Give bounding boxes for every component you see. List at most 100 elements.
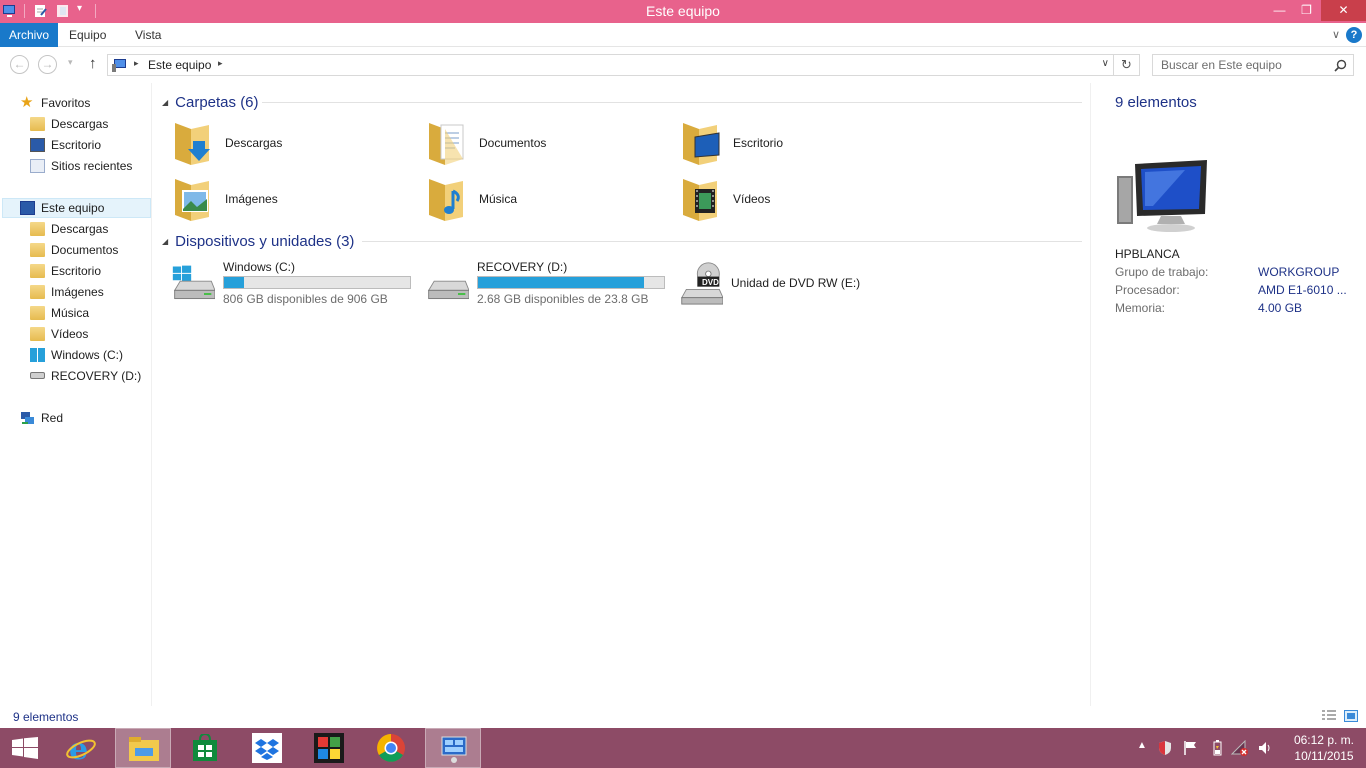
processor-value: AMD E1-6010 ... (1258, 283, 1347, 297)
windows-drive-icon (172, 265, 215, 300)
file-explorer-button[interactable] (115, 728, 171, 768)
volume-icon[interactable] (1257, 740, 1273, 756)
desktop-folder-icon (30, 264, 45, 278)
computer-icon (1117, 160, 1207, 232)
taskbar: e ▲ 06:12 p. m. 10/11/2015 (0, 728, 1366, 768)
clock[interactable]: 06:12 p. m. 10/11/2015 (1294, 732, 1354, 764)
computer-icon (20, 201, 35, 215)
memory-value: 4.00 GB (1258, 301, 1303, 315)
star-icon: ★ (20, 94, 34, 111)
dropbox-button[interactable] (239, 728, 295, 768)
folder-documentos[interactable]: Documentos (427, 119, 627, 169)
control-panel-icon (441, 736, 467, 763)
maximize-button[interactable]: ❐ (1293, 0, 1320, 21)
drive-icon (30, 372, 45, 379)
folder-imagenes[interactable]: Imágenes (173, 175, 373, 225)
internet-explorer-icon: e (66, 733, 96, 763)
address-dropdown-icon[interactable]: ∨ (1102, 58, 1109, 69)
music-folder-icon (30, 306, 45, 320)
recent-places-icon (30, 159, 45, 173)
dvd-badge: DVD (702, 278, 719, 287)
drive-icon (427, 280, 469, 300)
section-divider (262, 102, 1082, 103)
address-bar[interactable]: ▸ Este equipo ▸ ∨ (107, 54, 1114, 76)
downloads-folder-icon (30, 222, 45, 236)
documents-folder-icon (429, 123, 464, 165)
network-disconnected-icon[interactable] (1231, 740, 1249, 756)
refresh-button[interactable]: ↻ (1114, 54, 1140, 76)
search-icon[interactable] (1334, 59, 1347, 72)
computer-name: HPBLANCA (1115, 247, 1180, 261)
collapse-arrow-icon[interactable]: ◢ (162, 98, 168, 107)
processor-label: Procesador: (1115, 283, 1180, 297)
tab-equipo[interactable]: Equipo (60, 23, 115, 47)
devices-section-header[interactable]: ◢ Dispositivos y unidades (3) (162, 233, 354, 250)
security-shield-icon[interactable] (1157, 740, 1173, 756)
navigation-bar: ← → ▾ ↑ ▸ Este equipo ▸ ∨ ↻ Buscar en Es… (0, 47, 1366, 83)
videos-folder-icon (30, 327, 45, 341)
file-explorer-icon (129, 737, 159, 761)
store-icon (193, 734, 217, 761)
recent-locations-icon[interactable]: ▾ (68, 57, 73, 68)
chrome-icon (377, 734, 405, 762)
control-panel-button[interactable] (425, 728, 481, 768)
collapse-arrow-icon[interactable]: ◢ (162, 237, 168, 246)
workgroup-value: WORKGROUP (1258, 265, 1340, 279)
drive-usage-fill (224, 277, 245, 288)
start-icon[interactable] (12, 737, 38, 759)
memory-label: Memoria: (1115, 301, 1166, 315)
dvd-drive-e[interactable]: DVD Unidad de DVD RW (E:) (679, 259, 929, 309)
drive-windows-c[interactable]: Windows (C:) 806 GB disponibles de 906 G… (171, 259, 421, 309)
search-input[interactable]: Buscar en Este equipo (1152, 54, 1354, 76)
chevron-right-icon[interactable]: ▸ (218, 58, 223, 69)
status-item-count: 9 elementos (13, 710, 79, 724)
ribbon-tabs: Archivo Equipo Vista ∨ ? (0, 23, 1366, 47)
folder-videos[interactable]: Vídeos (681, 175, 881, 225)
computer-icon (112, 59, 126, 72)
folder-descargas[interactable]: Descargas (173, 119, 373, 169)
details-item-count: 9 elementos (1115, 94, 1197, 111)
windows-drive-icon (30, 348, 45, 362)
pictures-folder-icon (30, 285, 45, 299)
address-path[interactable]: Este equipo (148, 58, 211, 72)
battery-icon[interactable] (1209, 740, 1225, 756)
large-icons-view-icon[interactable] (1344, 710, 1358, 722)
puzzle-app-icon (314, 733, 344, 763)
drive-usage-fill (478, 277, 644, 288)
clock-time: 06:12 p. m. (1293, 733, 1354, 747)
tab-vista[interactable]: Vista (126, 23, 170, 47)
forward-button[interactable]: → (38, 55, 57, 74)
back-button[interactable]: ← (10, 55, 29, 74)
drive-usage-bar (477, 276, 665, 289)
folder-escritorio[interactable]: Escritorio (681, 119, 881, 169)
close-button[interactable]: ✕ (1321, 0, 1366, 21)
chevron-down-icon[interactable]: ∨ (1332, 28, 1340, 41)
dropbox-icon (252, 733, 282, 763)
puzzle-app-button[interactable] (301, 728, 357, 768)
internet-explorer-button[interactable]: e (53, 728, 109, 768)
search-placeholder: Buscar en Este equipo (1161, 58, 1282, 72)
tab-archivo[interactable]: Archivo (0, 23, 59, 47)
network-icon (21, 412, 34, 424)
folder-musica[interactable]: Música (427, 175, 627, 225)
up-button[interactable]: ↑ (89, 55, 97, 72)
downloads-folder-icon (30, 117, 45, 131)
drive-usage-bar (223, 276, 411, 289)
help-icon[interactable]: ? (1346, 27, 1362, 43)
folders-section-header[interactable]: ◢ Carpetas (6) (162, 94, 259, 111)
show-hidden-icons[interactable]: ▲ (1137, 740, 1147, 751)
minimize-button[interactable]: — (1266, 0, 1293, 21)
chrome-button[interactable] (363, 728, 419, 768)
details-view-icon[interactable] (1322, 710, 1336, 722)
drive-recovery-d[interactable]: RECOVERY (D:) 2.68 GB disponibles de 23.… (425, 259, 675, 309)
title-bar: ▾ Este equipo — ❐ ✕ (0, 0, 1366, 23)
status-bar: 9 elementos (0, 706, 1366, 728)
store-button[interactable] (177, 728, 233, 768)
desktop-folder-icon (683, 123, 720, 165)
action-center-flag-icon[interactable] (1183, 740, 1199, 756)
section-divider (362, 241, 1082, 242)
window-title: Este equipo (646, 3, 720, 19)
navigation-pane: ★ Favoritos Descargas Escritorio Sitios … (0, 83, 152, 706)
desktop-icon (30, 138, 45, 152)
workgroup-label: Grupo de trabajo: (1115, 265, 1209, 279)
